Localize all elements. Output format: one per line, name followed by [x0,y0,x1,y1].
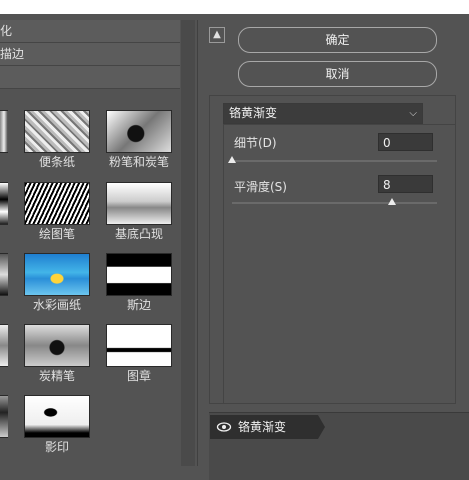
filter-thumbnail-item[interactable]: 斯边 [106,253,172,313]
filter-thumbnail-item[interactable]: 基底凸现 [106,182,172,242]
partial-thumbnail[interactable] [0,395,8,438]
filter-thumbnail [106,110,172,153]
category-row[interactable]: 描边 [0,43,180,66]
filter-label: 图章 [126,369,151,383]
filter-label: 影印 [44,440,69,454]
partial-thumbnail[interactable] [0,324,8,367]
filter-thumbnail [24,182,90,225]
category-label: 化 [0,24,13,38]
partial-thumbnail[interactable] [0,253,8,296]
category-row[interactable]: 化 [0,20,180,43]
smoothness-input[interactable]: 8 [378,175,433,193]
partial-thumbnail[interactable] [0,110,8,153]
collapse-up-icon[interactable]: ▲ [209,27,225,43]
filter-thumbnail [106,253,172,296]
filter-thumbnail [24,324,90,367]
filter-thumbnail [106,324,172,367]
smoothness-slider-track[interactable] [232,202,437,204]
filter-thumbnail-item[interactable]: 水彩画纸 [24,253,90,313]
param-label-detail: 细节(D) [234,136,277,150]
filter-label: 水彩画纸 [32,298,81,312]
category-label: 描边 [0,47,25,61]
smoothness-slider-thumb[interactable] [387,198,396,205]
filter-thumbnail [106,182,172,225]
filter-thumbnail [24,395,90,438]
filter-label: 斯边 [126,298,151,312]
gallery-scrollbar[interactable] [181,20,195,466]
filter-label: 粉笔和炭笔 [108,155,169,169]
filter-label: 绘图笔 [38,227,75,241]
detail-slider-thumb[interactable] [228,156,236,163]
detail-input[interactable]: 0 [378,133,433,151]
effect-layer-name: 铬黄渐变 [238,420,287,434]
filter-select[interactable]: 铬黄渐变 ⌵ [223,103,423,124]
cancel-button[interactable]: 取消 [238,61,437,87]
detail-slider-track[interactable] [232,160,437,162]
filter-gallery: 化 描边 便条纸 粉笔和炭笔 绘图笔 基底凸现 水彩画纸 斯边 炭精笔 图章 影… [0,20,198,466]
filter-thumbnail-item[interactable]: 影印 [24,395,90,455]
ok-button[interactable]: 确定 [238,27,437,53]
filter-thumbnail-item[interactable]: 绘图笔 [24,182,90,242]
filter-thumbnail-item[interactable]: 炭精笔 [24,324,90,384]
filter-params-group [223,124,455,404]
filter-label: 基底凸现 [114,227,163,241]
filter-label: 炭精笔 [38,369,75,383]
effect-layer-row[interactable]: 铬黄渐变 [210,415,325,439]
filter-thumbnail [24,253,90,296]
filter-select-value: 铬黄渐变 [229,106,278,120]
param-label-smoothness: 平滑度(S) [234,180,287,194]
filter-thumbnail-item[interactable]: 粉笔和炭笔 [106,110,172,170]
filter-thumbnail-item[interactable]: 便条纸 [24,110,90,170]
top-strip [0,0,469,14]
filter-label: 便条纸 [38,155,75,169]
filter-thumbnail-item[interactable]: 图章 [106,324,172,384]
category-row-blank [0,66,180,89]
filter-thumbnail [24,110,90,153]
eye-icon[interactable] [216,415,232,439]
chevron-down-icon: ⌵ [409,108,417,119]
partial-thumbnail[interactable] [0,182,8,225]
